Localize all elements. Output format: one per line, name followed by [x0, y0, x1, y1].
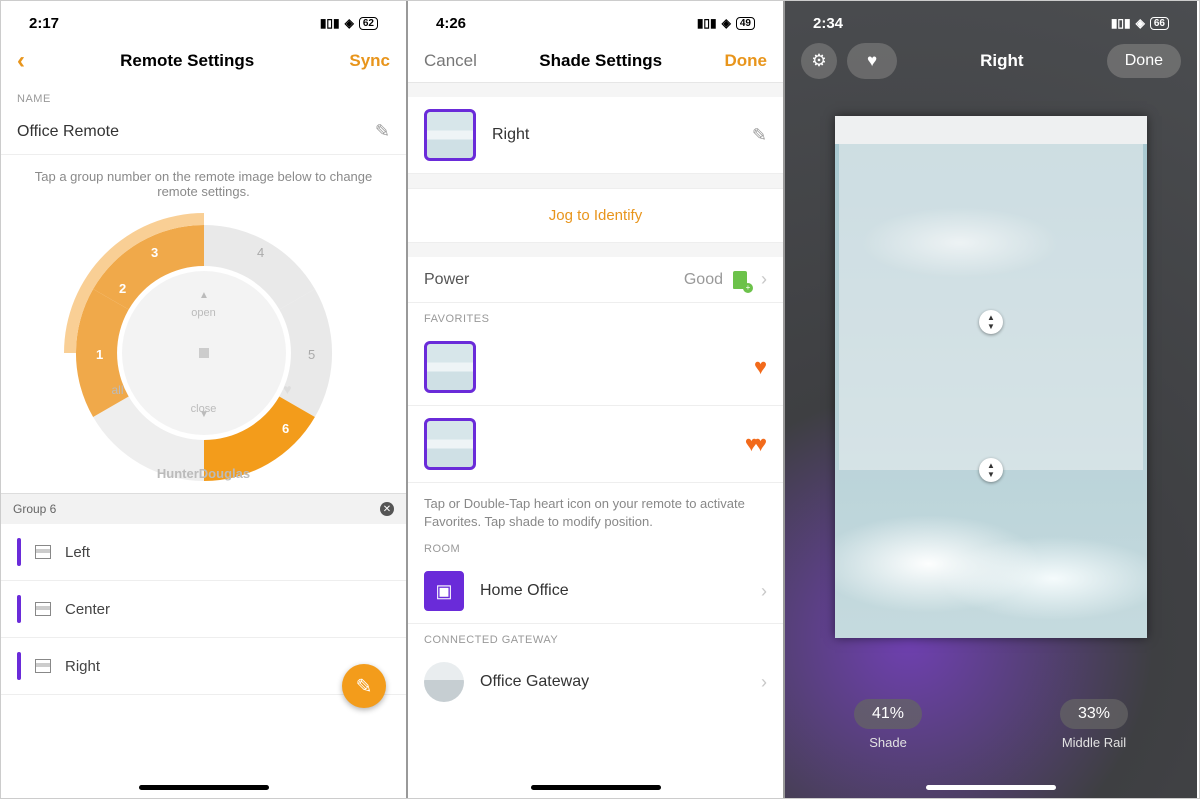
room-value: Home Office — [464, 582, 761, 600]
list-item[interactable]: Center — [1, 581, 406, 638]
favorite-button[interactable]: ♥ — [847, 43, 897, 79]
shade-top-rail[interactable] — [839, 144, 1143, 322]
gateway-value: Office Gateway — [464, 673, 761, 691]
name-section-label: NAME — [1, 83, 406, 109]
svg-text:6: 6 — [282, 421, 289, 436]
clock: 2:34 — [813, 15, 843, 32]
jog-button[interactable]: Jog to Identify — [408, 188, 783, 243]
shade-percent-label: Shade — [854, 735, 922, 750]
battery-icon: 66 — [1150, 17, 1169, 30]
done-button[interactable]: Done — [724, 51, 767, 71]
status-bar: 2:34 ▮▯▮ ◈ 66 — [785, 1, 1197, 39]
chevron-right-icon: › — [761, 581, 767, 602]
gateway-icon — [424, 662, 464, 702]
shade-preview: ▲▼ ▲▼ — [835, 116, 1147, 638]
shade-thumbnail — [424, 341, 476, 393]
svg-text:3: 3 — [151, 245, 158, 260]
shade-thumbnail — [424, 109, 476, 161]
battery-icon: 62 — [359, 17, 378, 30]
heart-icon[interactable]: ♥ — [283, 381, 291, 397]
shade-icon — [35, 545, 51, 559]
remote-settings-screen: 2:17 ▮▯▮ ◈ 62 ‹ Remote Settings Sync NAM… — [1, 1, 408, 798]
remote-name-value: Office Remote — [17, 123, 375, 141]
battery-icon: 49 — [736, 17, 755, 30]
remote-dial: ▲ ▼ 3 4 5 6 1 2 open close all ♥ HunterD… — [64, 213, 344, 493]
list-item[interactable]: Left — [1, 524, 406, 581]
shade-percent: 41% — [854, 699, 922, 729]
nav-bar: Cancel Shade Settings Done — [408, 39, 783, 83]
page-title: Right — [980, 51, 1023, 71]
done-button[interactable]: Done — [1107, 44, 1181, 78]
clock: 4:26 — [436, 15, 466, 32]
heart-icon[interactable]: ♥ — [754, 354, 767, 380]
dial-hint: Tap a group number on the remote image b… — [1, 155, 406, 213]
favorite-row[interactable]: ♥ ♥ — [408, 406, 783, 483]
close-label[interactable]: close — [64, 403, 344, 415]
shade-settings-screen: 4:26 ▮▯▮ ◈ 49 Cancel Shade Settings Done… — [408, 1, 785, 798]
svg-text:1: 1 — [96, 347, 103, 362]
room-row[interactable]: ▣ Home Office › — [408, 559, 783, 624]
status-bar: 2:17 ▮▯▮ ◈ 62 — [1, 1, 406, 39]
middle-rail-handle[interactable]: ▲▼ — [979, 458, 1003, 482]
power-label: Power — [424, 271, 684, 289]
shade-icon — [35, 659, 51, 673]
heart-icon[interactable]: ♥ — [754, 431, 767, 457]
room-label: ROOM — [408, 543, 783, 559]
nav-bar: ⚙ ♥ Right Done — [785, 39, 1197, 83]
gateway-label: CONNECTED GATEWAY — [408, 624, 783, 650]
settings-button[interactable]: ⚙ — [801, 43, 837, 79]
shade-icon — [35, 602, 51, 616]
signal-icon: ▮▯▮ — [1111, 16, 1131, 30]
home-indicator — [531, 785, 661, 790]
remote-name-row[interactable]: Office Remote ✎ — [1, 109, 406, 155]
signal-icon: ▮▯▮ — [697, 16, 717, 30]
favorite-row[interactable]: ♥ — [408, 329, 783, 406]
power-row[interactable]: Power Good › — [408, 257, 783, 303]
shade-name-row[interactable]: Right ✎ — [408, 97, 783, 174]
shade-name: Right — [476, 126, 752, 144]
svg-text:2: 2 — [119, 281, 126, 296]
back-button[interactable]: ‹ — [17, 47, 25, 75]
sync-button[interactable]: Sync — [349, 51, 390, 71]
close-icon[interactable]: ✕ — [380, 502, 394, 516]
open-label[interactable]: open — [64, 307, 344, 319]
shade-thumbnail — [424, 418, 476, 470]
favorites-label: FAVORITES — [408, 303, 783, 329]
battery-good-icon — [733, 271, 747, 289]
group-header: Group 6 ✕ — [1, 493, 406, 524]
chevron-right-icon: › — [761, 672, 767, 693]
wifi-icon: ◈ — [345, 16, 354, 30]
status-bar: 4:26 ▮▯▮ ◈ 49 — [408, 1, 783, 39]
power-value: Good — [684, 271, 723, 289]
svg-text:▲: ▲ — [199, 290, 209, 301]
all-label[interactable]: all — [112, 383, 124, 397]
svg-text:4: 4 — [257, 245, 264, 260]
page-title: Shade Settings — [539, 51, 662, 71]
wifi-icon: ◈ — [722, 16, 731, 30]
signal-icon: ▮▯▮ — [320, 16, 340, 30]
nav-bar: ‹ Remote Settings Sync — [1, 39, 406, 83]
svg-text:5: 5 — [308, 347, 315, 362]
brand-label: HunterDouglas — [64, 466, 344, 481]
cancel-button[interactable]: Cancel — [424, 51, 477, 71]
room-icon: ▣ — [424, 571, 464, 611]
edit-fab[interactable]: ✎ — [342, 664, 386, 708]
favorites-hint: Tap or Double-Tap heart icon on your rem… — [408, 483, 783, 543]
edit-icon[interactable]: ✎ — [752, 125, 767, 146]
home-indicator — [139, 785, 269, 790]
edit-icon[interactable]: ✎ — [375, 121, 390, 142]
middle-rail-label: Middle Rail — [1060, 735, 1128, 750]
page-title: Remote Settings — [120, 51, 254, 71]
wifi-icon: ◈ — [1136, 16, 1145, 30]
home-indicator — [926, 785, 1056, 790]
shade-control-screen: 2:34 ▮▯▮ ◈ 66 ⚙ ♥ Right Done ▲▼ ▲▼ 41% S… — [785, 1, 1197, 798]
shade-handle[interactable]: ▲▼ — [979, 310, 1003, 334]
chevron-right-icon: › — [761, 269, 767, 290]
clock: 2:17 — [29, 15, 59, 32]
shade-middle-rail[interactable] — [839, 322, 1143, 470]
position-readouts: 41% Shade 33% Middle Rail — [785, 699, 1197, 750]
middle-rail-percent: 33% — [1060, 699, 1128, 729]
gateway-row[interactable]: Office Gateway › — [408, 650, 783, 714]
